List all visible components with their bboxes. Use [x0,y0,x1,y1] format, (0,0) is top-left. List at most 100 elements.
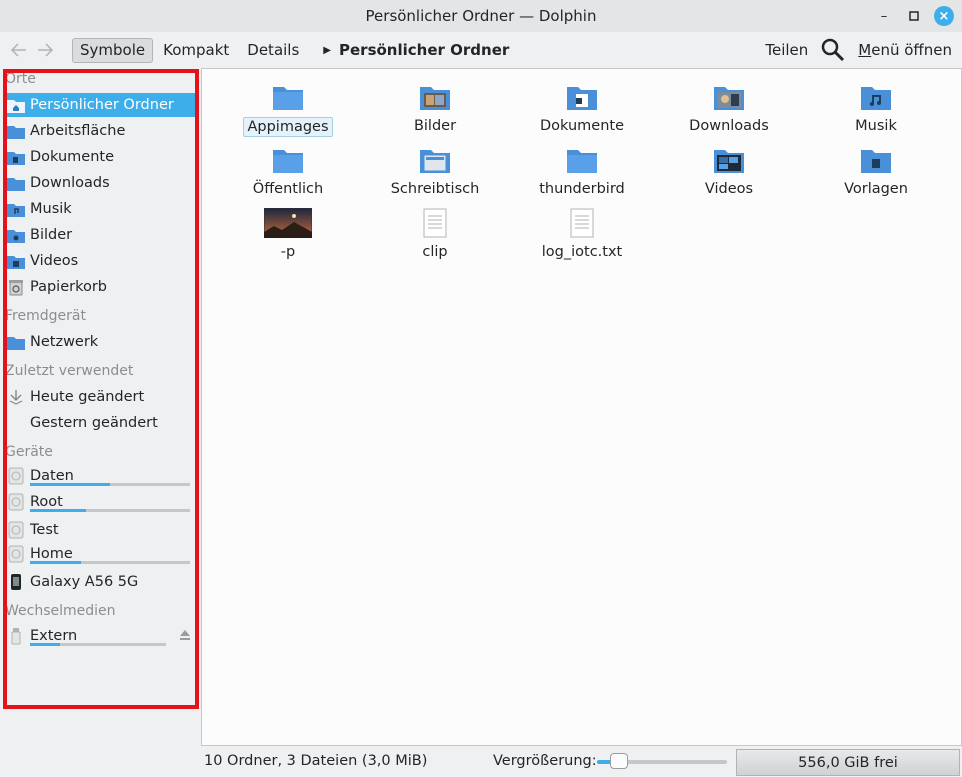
sidebar-item-label: Persönlicher Ordner [30,97,174,113]
capacity-fill [30,561,82,564]
blank-icon [6,414,26,432]
sidebar-item-phone[interactable]: Galaxy A56 5G [4,570,196,594]
file-item[interactable]: -p [223,207,353,261]
capacity-fill [30,483,110,486]
documents-folder-icon [566,81,598,113]
file-name: Downloads [689,118,769,134]
sidebar-item-documents[interactable]: Dokumente [4,145,196,169]
free-space-indicator[interactable]: 556,0 GiB frei [736,749,960,776]
sidebar-item-yesterday[interactable]: Gestern geändert [4,411,196,435]
file-item[interactable]: thunderbird [517,144,647,198]
hard-drive-icon [6,521,26,539]
open-menu-button[interactable]: Menü öffnen [858,41,952,59]
sidebar-item-desktop[interactable]: Arbeitsfläche [4,119,196,143]
back-button[interactable] [6,37,32,63]
desktop-folder-icon [419,144,451,176]
close-button[interactable]: × [934,6,954,26]
places-panel: Orte Persönlicher Ordner Arbeitsfläche D… [0,68,198,710]
free-space-text: 556,0 GiB frei [798,754,898,771]
sidebar-item-music[interactable]: Musik [4,197,196,221]
file-item[interactable]: log_iotc.txt [517,207,647,261]
file-name: Videos [704,181,754,197]
capacity-bar-root [30,509,190,512]
sidebar-item-label: Netzwerk [30,334,99,350]
usb-drive-icon [6,627,26,645]
maximize-button[interactable] [904,6,924,26]
view-details-button[interactable]: Details [239,38,307,63]
phone-icon [6,573,26,591]
capacity-fill [30,643,60,646]
sidebar-item-downloads[interactable]: Downloads [4,171,196,195]
capacity-bar-daten [30,483,190,486]
search-button[interactable] [820,37,846,63]
sidebar-item-home[interactable]: Persönlicher Ordner [4,93,196,117]
downloads-folder-icon [713,81,745,113]
recent-icon [6,388,26,406]
desktop-folder-icon [6,122,26,140]
file-name: Bilder [413,118,457,134]
sidebar-item-today[interactable]: Heute geändert [4,385,196,409]
file-item[interactable]: Vorlagen [811,144,941,198]
window-title: Persönlicher Ordner — Dolphin [365,7,597,25]
sidebar-item-label: Root [30,494,63,510]
sidebar-item-label: Extern [30,628,78,644]
capacity-bar-extern [30,643,166,646]
downloads-folder-icon [6,174,26,192]
sidebar-item-label: Gestern geändert [30,415,158,431]
file-item[interactable]: Öffentlich [223,144,353,198]
view-icons-button[interactable]: Symbole [72,37,154,63]
status-summary: 10 Ordner, 3 Dateien (3,0 MiB) [204,753,428,769]
file-item[interactable]: Dokumente [517,81,647,135]
view-compact-button[interactable]: Kompakt [155,38,237,63]
hard-drive-icon [6,545,26,563]
status-bar: 10 Ordner, 3 Dateien (3,0 MiB) Vergrößer… [0,748,962,777]
file-name: log_iotc.txt [541,244,623,260]
file-name: Appimages [243,117,333,137]
share-button[interactable]: Teilen [765,41,808,59]
sidebar-item-label: Musik [30,201,72,217]
file-item[interactable]: Schreibtisch [370,144,500,198]
file-item[interactable]: Appimages [223,81,353,137]
section-devices: Geräte [5,444,53,460]
trash-icon [6,278,26,296]
file-item[interactable]: Musik [811,81,941,135]
file-item[interactable]: Downloads [664,81,794,135]
zoom-slider-handle[interactable] [610,753,628,769]
sidebar-item-label: Downloads [30,175,110,191]
file-view[interactable]: Appimages Bilder Dokumente Downloads Mus… [201,68,962,746]
back-arrow-icon [10,43,26,57]
file-name: Vorlagen [844,181,908,197]
menu-mnemonic: M [858,41,872,59]
file-item[interactable]: Bilder [370,81,500,135]
sidebar-item-network[interactable]: Netzwerk [4,330,196,354]
sidebar-item-label: Heute geändert [30,389,145,405]
forward-arrow-icon [38,43,54,57]
folder-icon [272,144,304,176]
file-item[interactable]: clip [370,207,500,261]
pictures-folder-icon [6,226,26,244]
folder-icon [272,81,304,113]
sidebar-item-drive-test[interactable]: Test [4,518,196,542]
breadcrumb: ▶ Persönlicher Ordner [315,41,509,59]
minimize-button[interactable]: – [874,6,894,26]
maximize-icon [909,11,919,21]
music-folder-icon [860,81,892,113]
documents-folder-icon [6,148,26,166]
sidebar-item-trash[interactable]: Papierkorb [4,275,196,299]
forward-button[interactable] [32,37,58,63]
sidebar-item-label: Dokumente [30,149,115,165]
capacity-bar-home [30,561,190,564]
text-file-icon [419,207,451,239]
sidebar-item-videos[interactable]: Videos [4,249,196,273]
sidebar-item-pictures[interactable]: Bilder [4,223,196,247]
file-item[interactable]: Videos [664,144,794,198]
section-places: Orte [5,71,36,87]
videos-folder-icon [713,144,745,176]
folder-icon [566,144,598,176]
image-thumbnail-icon [263,207,313,239]
section-remote: Fremdgerät [5,308,86,324]
breadcrumb-current[interactable]: Persönlicher Ordner [339,41,509,59]
breadcrumb-separator-icon[interactable]: ▶ [323,45,331,56]
pictures-folder-icon [419,81,451,113]
eject-icon[interactable] [178,628,192,646]
